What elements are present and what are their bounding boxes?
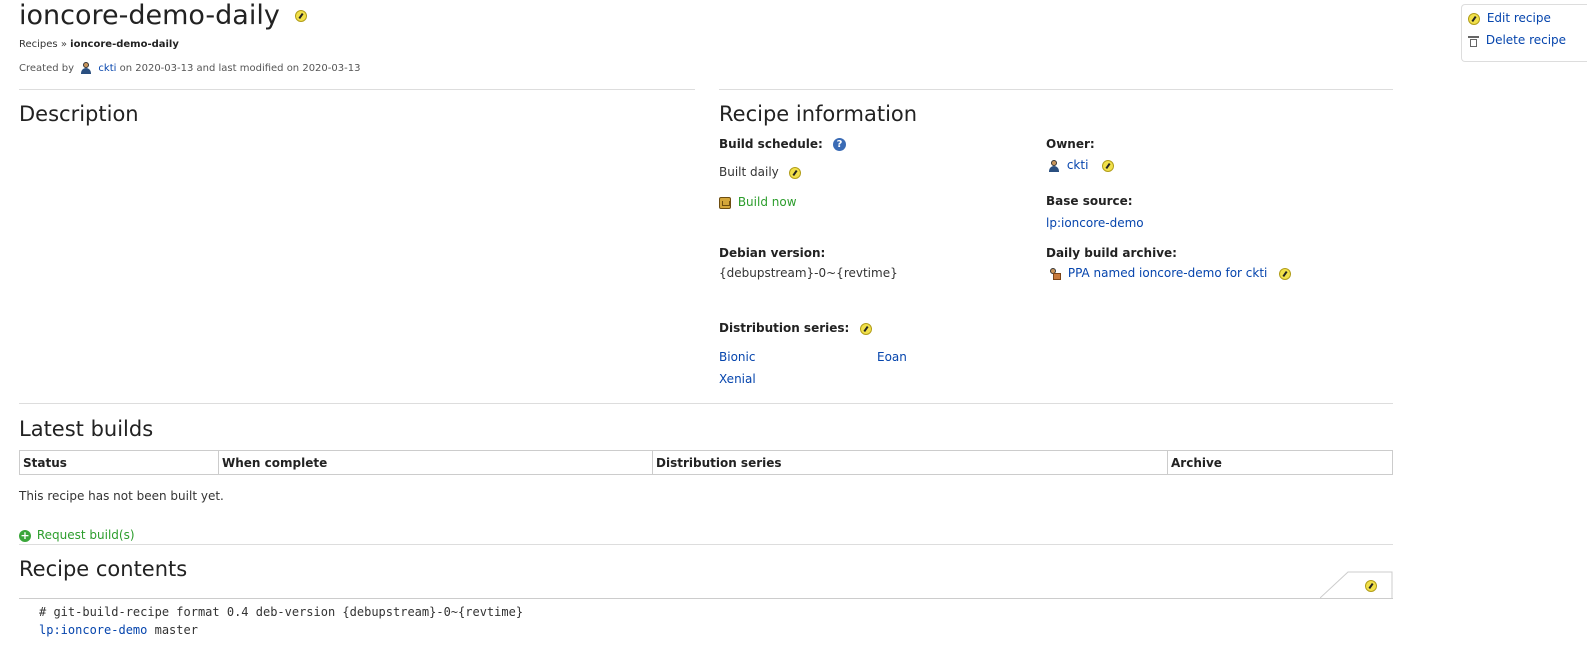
divider	[719, 89, 1393, 90]
side-actions-box: Edit recipe Delete recipe	[1461, 4, 1587, 62]
description-heading: Description	[19, 102, 139, 126]
delete-recipe-action[interactable]: Delete recipe	[1468, 33, 1566, 47]
col-distribution-series[interactable]: Distribution series	[652, 450, 1168, 475]
daily-archive-link[interactable]: PPA named ioncore-demo for ckti	[1068, 266, 1268, 280]
base-source-link[interactable]: lp:ioncore-demo	[1046, 216, 1144, 230]
page-title: ioncore-demo-daily	[19, 0, 280, 31]
edit-recipe-action[interactable]: Edit recipe	[1468, 11, 1551, 25]
debian-version-label: Debian version:	[719, 246, 826, 260]
breadcrumb: Recipes » ioncore-demo-daily	[19, 39, 179, 50]
created-dates: on 2020-03-13 and last modified on 2020-…	[119, 63, 361, 74]
daily-archive-row: PPA named ioncore-demo for ckti	[1049, 266, 1292, 280]
edit-schedule-icon[interactable]	[788, 166, 801, 179]
recipe-contents-heading: Recipe contents	[19, 557, 188, 581]
base-source-label: Base source:	[1046, 194, 1133, 208]
daily-archive-label: Daily build archive:	[1046, 246, 1177, 260]
owner-link[interactable]: ckti	[1067, 158, 1089, 172]
person-icon	[1048, 159, 1060, 172]
no-builds-message: This recipe has not been built yet.	[19, 489, 224, 503]
help-icon[interactable]: ?	[833, 138, 846, 151]
series-link-bionic[interactable]: Bionic	[719, 350, 755, 364]
distribution-series-label-row: Distribution series:	[719, 321, 872, 335]
recipe-branch-name: master	[147, 623, 198, 637]
request-builds-action[interactable]: + Request build(s)	[19, 528, 135, 542]
latest-builds-heading: Latest builds	[19, 417, 154, 441]
debian-version-value: {debupstream}-0~{revtime}	[719, 266, 898, 280]
build-now-action[interactable]: Build now	[719, 195, 797, 209]
edit-archive-icon[interactable]	[1279, 267, 1292, 280]
owner-value-row: ckti	[1048, 158, 1115, 172]
created-info: Created by ckti on 2020-03-13 and last m…	[19, 62, 360, 74]
build-now-link[interactable]: Build now	[738, 195, 797, 209]
ppa-icon	[1049, 267, 1061, 280]
col-archive[interactable]: Archive	[1167, 450, 1393, 475]
build-schedule-label: Build schedule:	[719, 137, 823, 151]
edit-title-icon[interactable]	[294, 9, 307, 22]
request-builds-link[interactable]: Request build(s)	[37, 528, 135, 542]
divider	[19, 598, 1393, 599]
divider	[19, 403, 1393, 404]
distribution-series-label: Distribution series:	[719, 321, 850, 335]
creator-link[interactable]: ckti	[98, 63, 116, 74]
build-schedule-label-row: Build schedule: ?	[719, 137, 846, 151]
trash-icon	[1468, 35, 1479, 47]
table-header-row: Status When complete Distribution series…	[19, 450, 1393, 475]
series-link-eoan[interactable]: Eoan	[877, 350, 907, 364]
page-header: ioncore-demo-daily	[19, 0, 307, 31]
edit-icon	[1468, 12, 1480, 25]
edit-series-icon[interactable]	[859, 322, 872, 335]
add-icon: +	[19, 528, 31, 542]
col-when-complete[interactable]: When complete	[218, 450, 653, 475]
breadcrumb-separator: »	[60, 39, 67, 50]
delete-recipe-link[interactable]: Delete recipe	[1486, 33, 1566, 47]
created-by-prefix: Created by	[19, 63, 75, 74]
series-link-xenial[interactable]: Xenial	[719, 372, 756, 386]
person-icon	[80, 62, 92, 74]
owner-label: Owner:	[1046, 137, 1095, 151]
breadcrumb-current: ioncore-demo-daily	[70, 39, 179, 50]
edit-recipe-contents-icon[interactable]	[1365, 580, 1377, 592]
divider	[19, 544, 1393, 545]
col-status[interactable]: Status	[19, 450, 219, 475]
build-schedule-value-row: Built daily	[719, 165, 801, 179]
recipe-line-2: lp:ioncore-demo master	[39, 623, 198, 637]
recipe-branch-link[interactable]: lp:ioncore-demo	[39, 623, 147, 637]
recipe-edit-tab[interactable]	[1320, 571, 1393, 599]
build-icon	[719, 196, 731, 209]
recipe-line-1: # git-build-recipe format 0.4 deb-versio…	[39, 605, 524, 619]
edit-owner-icon[interactable]	[1102, 159, 1115, 172]
breadcrumb-recipes-link[interactable]: Recipes	[19, 39, 58, 50]
recipe-info-heading: Recipe information	[719, 102, 918, 126]
divider	[19, 89, 695, 90]
builds-table: Status When complete Distribution series…	[19, 450, 1393, 475]
build-schedule-value: Built daily	[719, 165, 779, 179]
edit-recipe-link[interactable]: Edit recipe	[1487, 11, 1551, 25]
